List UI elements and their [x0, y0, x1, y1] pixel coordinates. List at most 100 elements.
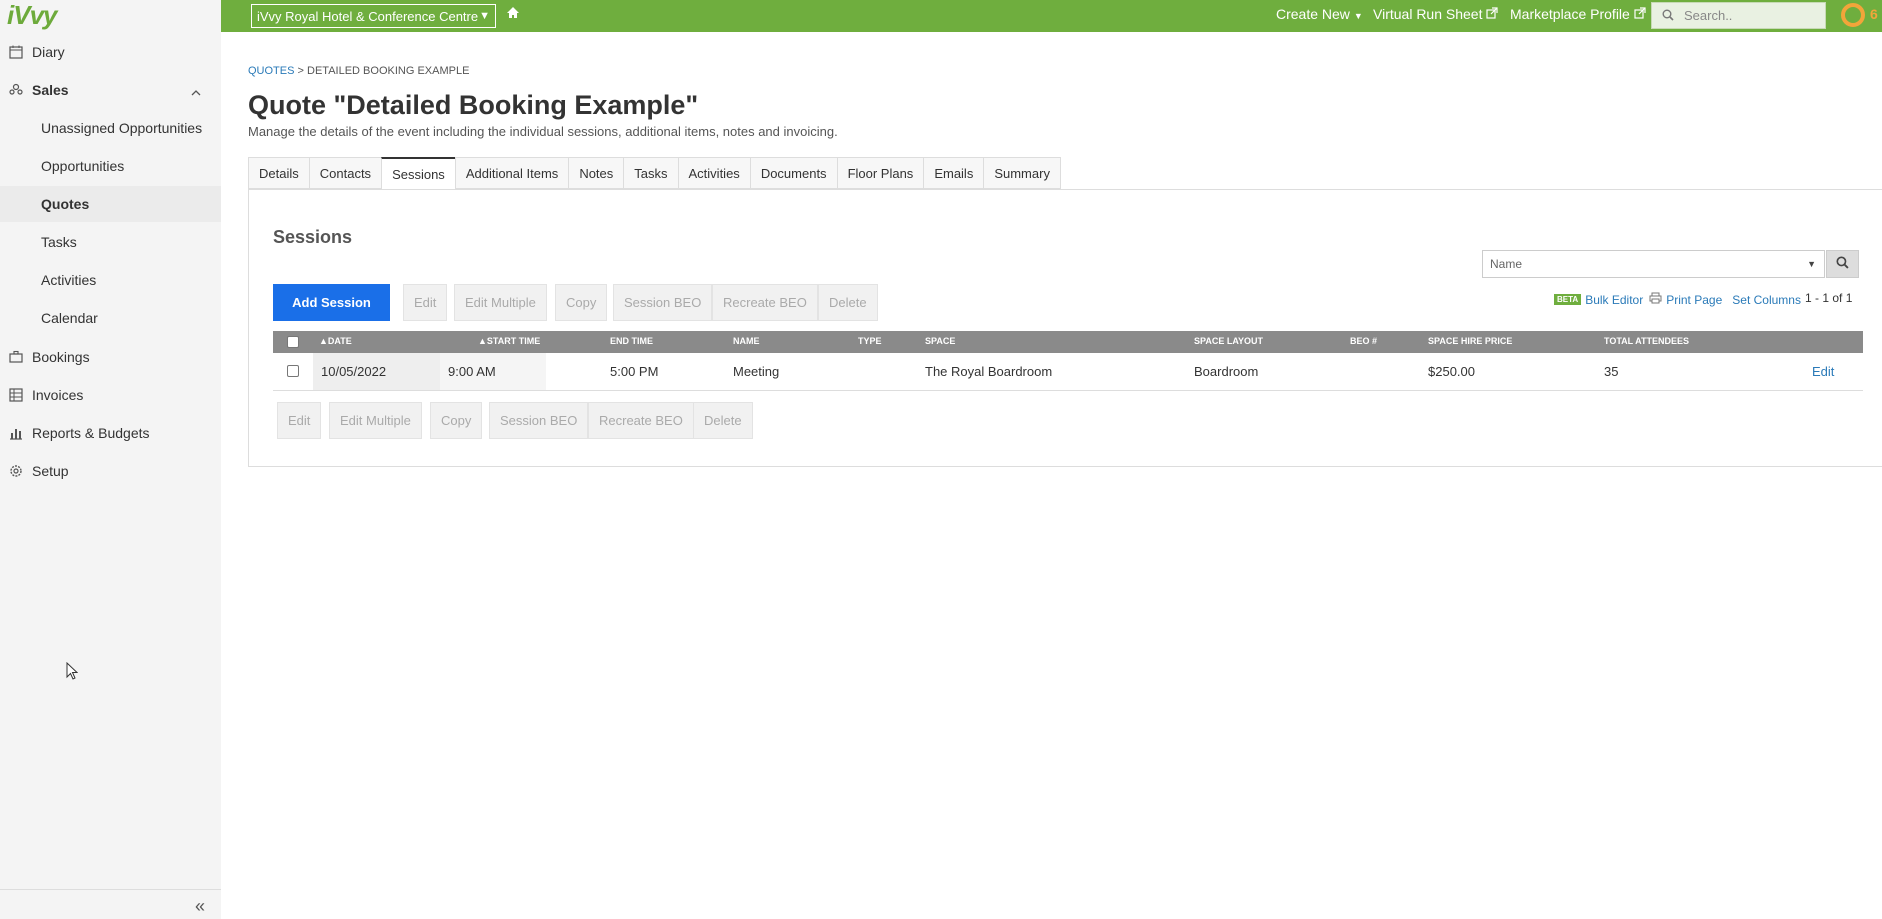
- sidebar: iVvy Diary Sales Unassigned Opportunitie…: [0, 0, 221, 919]
- column-header-space-hire-price[interactable]: Space Hire Price: [1428, 336, 1512, 346]
- notification-ring-icon[interactable]: [1841, 3, 1865, 27]
- row-checkbox[interactable]: [287, 365, 299, 377]
- column-header-beo-number[interactable]: BEO #: [1350, 336, 1377, 346]
- sessions-panel: Sessions Name ▼ BETA Bulk Editor Print P…: [248, 189, 1882, 467]
- virtual-run-sheet-label: Virtual Run Sheet: [1373, 6, 1483, 22]
- cell-space: The Royal Boardroom: [925, 364, 1053, 379]
- sidebar-item-unassigned-opportunities[interactable]: Unassigned Opportunities: [0, 110, 221, 146]
- tab-floor-plans[interactable]: Floor Plans: [836, 157, 924, 189]
- home-icon[interactable]: [506, 6, 520, 22]
- sidebar-item-calendar[interactable]: Calendar: [0, 300, 221, 336]
- marketplace-profile-label: Marketplace Profile: [1510, 6, 1630, 22]
- sidebar-item-reports-budgets[interactable]: Reports & Budgets: [0, 415, 221, 451]
- sessions-table-header: ▲Date ▲Start Time End Time Name Type Spa…: [273, 331, 1863, 353]
- sidebar-item-label: Opportunities: [41, 158, 125, 174]
- mouse-cursor-icon: [66, 661, 79, 683]
- virtual-run-sheet-link[interactable]: Virtual Run Sheet: [1373, 6, 1498, 22]
- copy-button-bottom[interactable]: Copy: [430, 402, 483, 439]
- pagination-count: 1 - 1 of 1: [1805, 291, 1853, 305]
- column-header-name[interactable]: Name: [733, 336, 760, 346]
- create-new-menu[interactable]: Create New ▼: [1276, 6, 1363, 22]
- tab-emails[interactable]: Emails: [923, 157, 984, 189]
- page-title: Quote "Detailed Booking Example": [248, 90, 699, 120]
- tab-contacts[interactable]: Contacts: [308, 157, 382, 189]
- cell-total-attendees: 35: [1604, 364, 1619, 379]
- sidebar-item-quotes[interactable]: Quotes: [0, 186, 221, 222]
- marketplace-profile-link[interactable]: Marketplace Profile: [1510, 6, 1646, 22]
- column-header-total-attendees[interactable]: Total Attendees: [1604, 336, 1689, 346]
- sidebar-item-sales[interactable]: Sales: [0, 72, 221, 108]
- name-filter-select[interactable]: Name ▼: [1482, 250, 1825, 278]
- table-row: 10/05/2022 9:00 AM 5:00 PM Meeting The R…: [273, 353, 1863, 391]
- search-button[interactable]: [1826, 250, 1859, 278]
- column-header-type[interactable]: Type: [858, 336, 882, 346]
- printer-icon: [1649, 292, 1662, 307]
- sidebar-item-label: Bookings: [32, 349, 90, 365]
- chevron-down-icon: ▼: [1807, 259, 1816, 269]
- tab-notes[interactable]: Notes: [568, 157, 624, 189]
- session-beo-button[interactable]: Session BEO: [613, 284, 713, 321]
- column-label: Start Time: [486, 336, 541, 346]
- sidebar-item-activities[interactable]: Activities: [0, 262, 221, 298]
- sidebar-item-label: Reports & Budgets: [32, 425, 150, 441]
- cell-end-time: 5:00 PM: [610, 364, 659, 379]
- cell-space-layout: Boardroom: [1194, 364, 1259, 379]
- venue-select[interactable]: iVvy Royal Hotel & Conference Centre ▼: [251, 4, 496, 28]
- briefcase-icon: [8, 349, 24, 365]
- calendar-icon: [8, 44, 24, 60]
- edit-button[interactable]: Edit: [403, 284, 448, 321]
- column-header-space[interactable]: Space: [925, 336, 955, 346]
- recreate-beo-button-bottom[interactable]: Recreate BEO: [588, 402, 694, 439]
- tab-details[interactable]: Details: [248, 157, 309, 189]
- sidebar-item-bookings[interactable]: Bookings: [0, 339, 221, 375]
- add-session-button[interactable]: Add Session: [273, 284, 390, 321]
- table-tools: BETA Bulk Editor Print Page Set Columns: [1554, 292, 1801, 307]
- print-page-link[interactable]: Print Page: [1666, 293, 1722, 307]
- sidebar-item-opportunities[interactable]: Opportunities: [0, 148, 221, 184]
- edit-button-bottom[interactable]: Edit: [277, 402, 322, 439]
- sidebar-item-setup[interactable]: Setup: [0, 453, 221, 489]
- beta-badge: BETA: [1554, 294, 1582, 305]
- tab-sessions[interactable]: Sessions: [381, 157, 455, 190]
- collapse-sidebar-icon[interactable]: «: [195, 896, 205, 917]
- breadcrumb: QUOTES > DETAILED BOOKING EXAMPLE: [248, 65, 469, 77]
- sidebar-item-diary[interactable]: Diary: [0, 34, 221, 70]
- column-header-space-layout[interactable]: Space Layout: [1194, 336, 1263, 346]
- notification-count[interactable]: 6: [1870, 6, 1878, 22]
- tab-tasks[interactable]: Tasks: [623, 157, 678, 189]
- select-all-checkbox[interactable]: [287, 336, 299, 348]
- sidebar-item-label: Diary: [32, 44, 65, 60]
- session-beo-button-bottom[interactable]: Session BEO: [489, 402, 589, 439]
- chevron-down-icon: ▼: [479, 10, 490, 22]
- sidebar-item-invoices[interactable]: Invoices: [0, 377, 221, 413]
- tab-summary[interactable]: Summary: [983, 157, 1061, 189]
- delete-button-bottom[interactable]: Delete: [693, 402, 753, 439]
- tab-activities[interactable]: Activities: [677, 157, 750, 189]
- column-header-start-time[interactable]: ▲Start Time: [478, 336, 540, 346]
- set-columns-link[interactable]: Set Columns: [1732, 293, 1801, 307]
- caret-down-icon: ▼: [1353, 11, 1363, 21]
- cell-name: Meeting: [733, 364, 780, 379]
- tab-documents[interactable]: Documents: [749, 157, 837, 189]
- copy-button[interactable]: Copy: [555, 284, 608, 321]
- ivvy-logo[interactable]: iVvy: [7, 0, 57, 30]
- column-header-end-time[interactable]: End Time: [610, 336, 653, 346]
- sidebar-item-label: Invoices: [32, 387, 84, 403]
- venue-select-value: iVvy Royal Hotel & Conference Centre: [257, 8, 479, 24]
- delete-button[interactable]: Delete: [818, 284, 878, 321]
- row-edit-link[interactable]: Edit: [1812, 364, 1834, 379]
- tab-additional-items[interactable]: Additional Items: [454, 157, 569, 189]
- search-placeholder: Search..: [1684, 8, 1733, 23]
- sessions-title: Sessions: [273, 227, 353, 247]
- bulk-editor-link[interactable]: Bulk Editor: [1585, 293, 1643, 307]
- column-header-date[interactable]: ▲Date: [319, 336, 352, 346]
- edit-multiple-button-bottom[interactable]: Edit Multiple: [329, 402, 422, 439]
- chevron-up-icon: [191, 84, 201, 100]
- breadcrumb-quotes-link[interactable]: QUOTES: [248, 65, 294, 77]
- edit-multiple-button[interactable]: Edit Multiple: [454, 284, 547, 321]
- global-search-input[interactable]: Search..: [1651, 2, 1826, 29]
- sidebar-item-tasks[interactable]: Tasks: [0, 224, 221, 260]
- create-new-label: Create New: [1276, 6, 1350, 22]
- name-filter-placeholder: Name: [1490, 257, 1523, 271]
- recreate-beo-button[interactable]: Recreate BEO: [712, 284, 818, 321]
